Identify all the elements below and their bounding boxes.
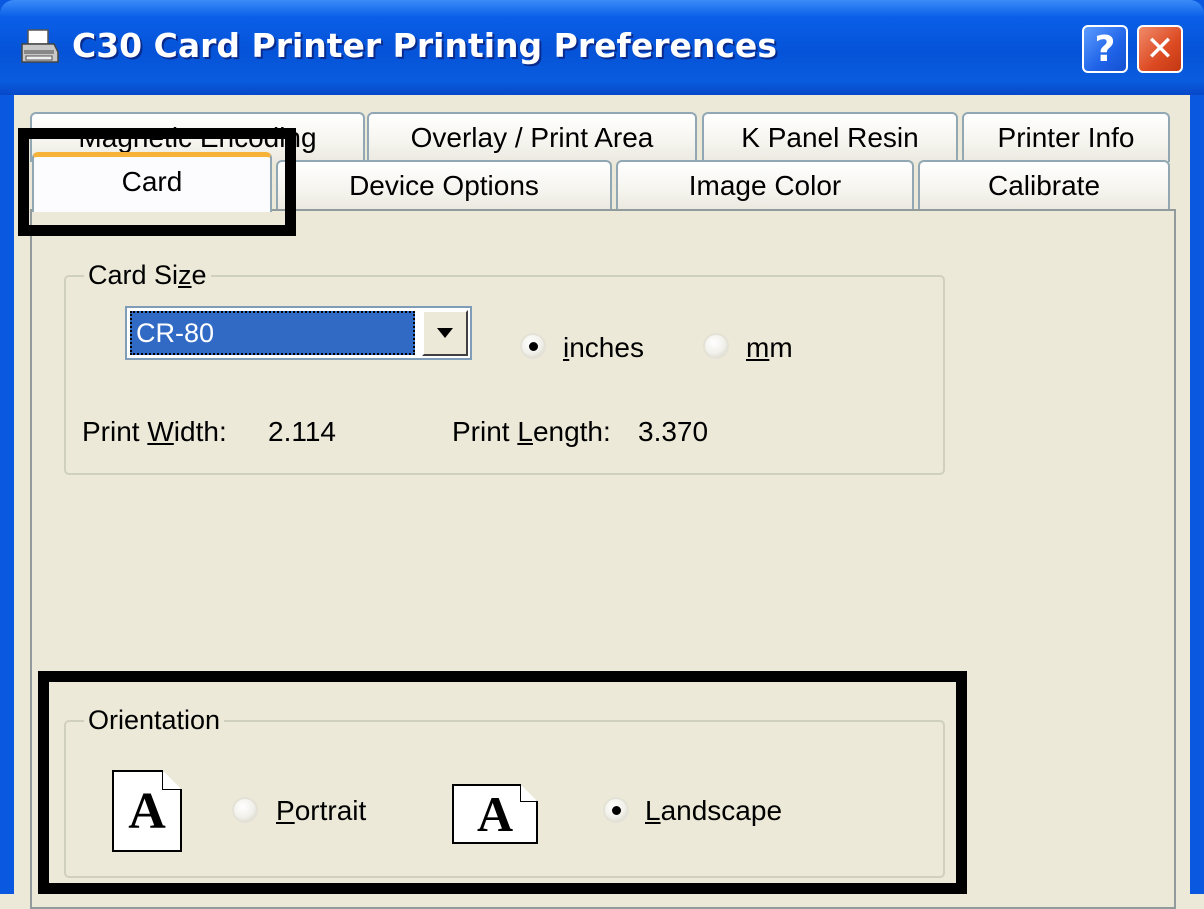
- inches-radio[interactable]: [520, 333, 546, 359]
- tab-device-options[interactable]: Device Options: [276, 160, 612, 210]
- tab-label: Printer Info: [997, 122, 1135, 153]
- printer-icon: [20, 28, 60, 66]
- tab-printer-info[interactable]: Printer Info: [962, 112, 1170, 162]
- card-size-dropdown[interactable]: CR-80: [125, 306, 472, 360]
- tab-overlay-print-area[interactable]: Overlay / Print Area: [367, 112, 697, 162]
- print-width-label: Print Width:: [82, 416, 227, 447]
- print-length-value: 3.370: [638, 416, 709, 447]
- tab-calibrate[interactable]: Calibrate: [918, 160, 1170, 210]
- help-icon: ?: [1094, 28, 1116, 70]
- card-size-selected-value: CR-80: [130, 311, 415, 355]
- close-button[interactable]: ✕: [1137, 25, 1183, 73]
- close-icon: ✕: [1145, 29, 1175, 69]
- tab-image-color[interactable]: Image Color: [616, 160, 914, 210]
- tab-label: Overlay / Print Area: [410, 122, 654, 153]
- dropdown-arrow-icon[interactable]: [422, 310, 468, 356]
- mm-label: mm: [746, 332, 793, 363]
- orientation-highlight-box: [38, 671, 967, 894]
- card-size-label: Card Size: [84, 260, 211, 291]
- window-title: C30 Card Printer Printing Preferences: [72, 26, 777, 65]
- print-width-value: 2.114: [268, 416, 336, 447]
- title-bar[interactable]: C30 Card Printer Printing Preferences ? …: [0, 0, 1204, 95]
- tab-label: Image Color: [688, 170, 842, 201]
- mm-radio[interactable]: [703, 333, 729, 359]
- inches-label: inches: [563, 332, 644, 363]
- tab-k-panel-resin[interactable]: K Panel Resin: [702, 112, 958, 162]
- card-tab-highlight-box: [18, 128, 296, 236]
- help-button[interactable]: ?: [1082, 25, 1128, 73]
- tab-label: Calibrate: [987, 170, 1101, 201]
- print-length-label: Print Length:: [452, 416, 611, 447]
- tab-label: K Panel Resin: [741, 122, 919, 153]
- tab-label: Device Options: [349, 170, 539, 201]
